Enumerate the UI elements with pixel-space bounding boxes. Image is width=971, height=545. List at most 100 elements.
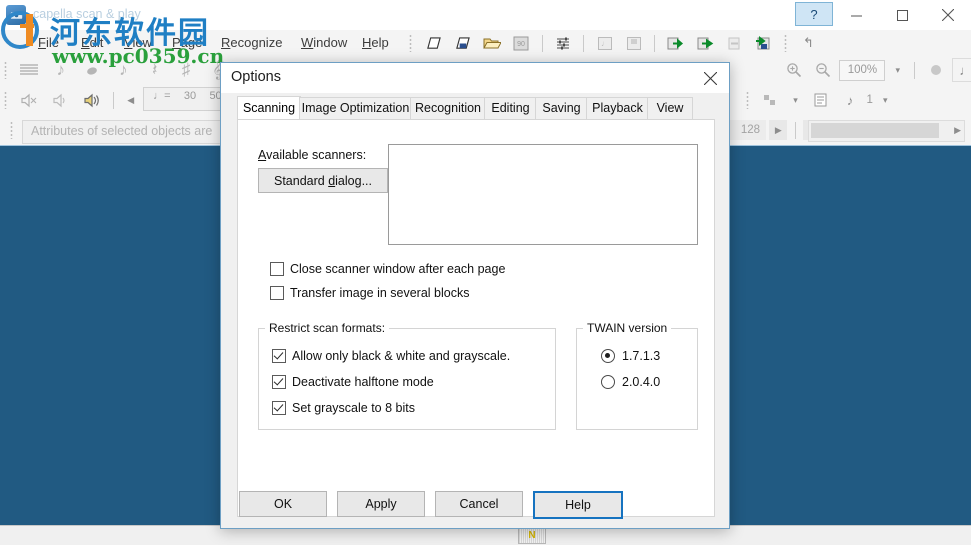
new-page-icon[interactable] xyxy=(420,32,446,54)
options-dialog: Options Scanning Image Optimization Reco… xyxy=(220,62,730,529)
num-lock-indicator: N xyxy=(518,527,546,544)
checkbox-box[interactable] xyxy=(272,401,286,415)
checkbox-grayscale-8-bits[interactable]: Set grayscale to 8 bits xyxy=(272,401,415,415)
tab-playback[interactable]: Playback xyxy=(586,97,649,120)
scroll-right-arrow-icon[interactable]: ▶ xyxy=(954,125,961,136)
minimize-button[interactable] xyxy=(833,0,879,30)
radio-box[interactable] xyxy=(601,349,615,363)
toolbar-grip[interactable] xyxy=(10,121,14,139)
undo-icon: ↰ xyxy=(803,35,814,50)
play-arrow-left-icon[interactable]: ◀ xyxy=(122,90,140,110)
note-tool-icon[interactable]: ♩ xyxy=(951,58,971,82)
import-icon[interactable] xyxy=(663,32,689,54)
export-icon[interactable] xyxy=(692,32,718,54)
tab-image-optimization[interactable]: Image Optimization xyxy=(299,97,412,120)
voice-icon[interactable]: ♪ xyxy=(837,89,863,111)
tempo-label: ♩= xyxy=(153,90,171,102)
radio-box[interactable] xyxy=(601,375,615,389)
toolbar-separator xyxy=(654,34,656,52)
zoom-out-icon[interactable] xyxy=(810,59,836,81)
horizontal-scrollbar[interactable]: ▶ xyxy=(808,120,965,142)
checkbox-deactivate-halftone[interactable]: Deactivate halftone mode xyxy=(272,375,434,389)
checkbox-box[interactable] xyxy=(272,349,286,363)
menu-item-file[interactable]: FFileile xyxy=(36,34,61,52)
zoom-in-icon[interactable] xyxy=(781,59,807,81)
properties-icon[interactable] xyxy=(550,32,576,54)
staff-lines-icon[interactable] xyxy=(15,58,43,82)
checkbox-label: Close scanner window after each page xyxy=(290,262,506,276)
dialog-title-bar: Options xyxy=(221,63,729,93)
toolbar-grip[interactable] xyxy=(4,91,8,109)
save-page-icon[interactable] xyxy=(621,32,647,54)
chevron-down-icon[interactable]: ▾ xyxy=(786,90,804,110)
menu-item-edit[interactable]: Edit xyxy=(79,34,105,52)
menu-item-page[interactable]: Page xyxy=(170,34,204,52)
checkbox-label: Transfer image in several blocks xyxy=(290,286,470,300)
toolbar-grip[interactable] xyxy=(4,61,8,79)
toolbar-separator xyxy=(541,34,543,52)
volume-low-icon[interactable] xyxy=(47,88,75,112)
checkbox-box[interactable] xyxy=(270,286,284,300)
available-scanners-label: Available scanners: xyxy=(258,148,367,162)
tab-saving[interactable]: Saving xyxy=(535,97,588,120)
zoom-level-input[interactable]: 100% xyxy=(839,59,886,81)
eighth-note-icon[interactable]: ♪ xyxy=(47,58,75,82)
title-bar: capella scan & play ? xyxy=(0,0,971,30)
restrict-scan-formats-group: Restrict scan formats: Allow only black … xyxy=(258,321,556,430)
cancel-button[interactable]: Cancel xyxy=(435,491,523,517)
checkbox-label: Deactivate halftone mode xyxy=(292,375,434,389)
play-arrow-icon[interactable]: ▶ xyxy=(769,120,788,140)
scrollbar-thumb[interactable] xyxy=(811,123,939,138)
audio-page-icon[interactable]: ♩ xyxy=(592,32,618,54)
tab-scanning[interactable]: Scanning xyxy=(237,96,301,121)
maximize-button[interactable] xyxy=(879,0,925,30)
whole-note-icon[interactable] xyxy=(78,58,106,82)
help-button[interactable]: Help xyxy=(533,491,623,519)
title-help-button[interactable]: ? xyxy=(795,2,833,26)
rest-icon[interactable]: 𝄽 xyxy=(141,58,169,82)
menu-item-window[interactable]: Window xyxy=(299,34,349,52)
scan-icon[interactable]: 90 xyxy=(508,32,534,54)
checkbox-close-scanner-window[interactable]: Close scanner window after each page xyxy=(270,262,505,276)
apply-button[interactable]: Apply xyxy=(337,491,425,517)
application-window: capella scan & play ? FFileile Edit View… xyxy=(0,0,971,545)
radio-twain-2-0-4-0[interactable]: 2.0.4.0 xyxy=(601,375,660,389)
tab-editing[interactable]: Editing xyxy=(484,97,537,120)
menu-item-recognize[interactable]: Recognize xyxy=(219,34,284,52)
menu-item-view[interactable]: View xyxy=(122,34,154,52)
menu-item-help[interactable]: Help xyxy=(360,34,391,52)
beamed-note-icon[interactable]: ♪ xyxy=(109,58,137,82)
available-scanners-list[interactable] xyxy=(388,144,698,245)
volume-on-icon[interactable] xyxy=(78,88,106,112)
close-button[interactable] xyxy=(925,0,971,30)
file-toolbar: 90 ♩ ↰ xyxy=(405,30,971,58)
checkbox-box[interactable] xyxy=(272,375,286,389)
window-title: capella scan & play xyxy=(33,7,141,21)
transparency-icon[interactable] xyxy=(757,89,783,111)
radio-twain-1-7-1-3[interactable]: 1.7.1.3 xyxy=(601,349,660,363)
standard-dialog-button[interactable]: Standard dialog... xyxy=(258,168,388,193)
checkbox-allow-bw-grayscale[interactable]: Allow only black & white and grayscale. xyxy=(272,349,510,363)
mute-icon[interactable] xyxy=(15,88,43,112)
sharp-icon[interactable]: ♯ xyxy=(172,58,200,82)
checkbox-label: Set grayscale to 8 bits xyxy=(292,401,415,415)
restrict-scan-formats-title: Restrict scan formats: xyxy=(265,321,390,335)
export-score-icon[interactable] xyxy=(751,32,777,54)
ok-button-label: OK xyxy=(273,497,293,511)
dialog-close-button[interactable] xyxy=(691,63,729,93)
toolbar-grip[interactable] xyxy=(409,34,413,52)
chevron-down-icon[interactable]: ▾ xyxy=(889,60,907,80)
toolbar-grip[interactable] xyxy=(784,34,789,52)
list-icon[interactable] xyxy=(808,89,834,111)
toolbar-separator xyxy=(583,34,585,52)
toolbar-grip[interactable] xyxy=(745,91,750,109)
new-score-icon[interactable] xyxy=(450,32,476,54)
checkbox-box[interactable] xyxy=(270,262,284,276)
apply-button-label: Apply xyxy=(365,497,397,511)
tab-recognition[interactable]: Recognition xyxy=(410,97,486,120)
open-folder-icon[interactable] xyxy=(479,32,505,54)
chevron-down-icon[interactable]: ▾ xyxy=(876,90,894,110)
checkbox-transfer-image-blocks[interactable]: Transfer image in several blocks xyxy=(270,286,469,300)
tab-view[interactable]: View xyxy=(647,97,693,120)
ok-button[interactable]: OK xyxy=(239,491,327,517)
